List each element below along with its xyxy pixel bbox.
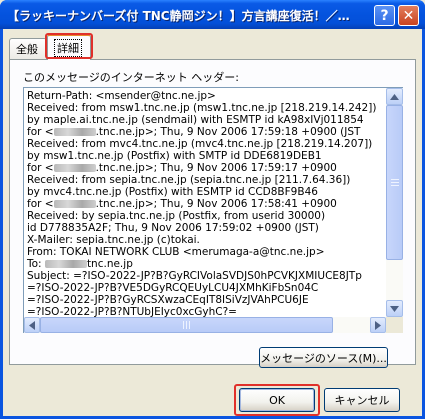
arrow-down-icon bbox=[390, 305, 399, 312]
scroll-down-button[interactable] bbox=[386, 300, 403, 317]
header-line: =?ISO-2022-JP?B?GyRCSXwzaCEqIT8ISiVzJVAh… bbox=[27, 294, 383, 306]
header-line-text: for < bbox=[27, 162, 54, 174]
headers-label: このメッセージのインターネット ヘッダー: bbox=[23, 71, 239, 84]
scroll-up-button[interactable] bbox=[386, 88, 403, 105]
header-line: From: TOKAI NETWORK CLUB <merumaga-a@tnc… bbox=[27, 246, 383, 258]
arrow-up-icon bbox=[390, 93, 399, 100]
tab-details[interactable]: 詳細 bbox=[47, 34, 91, 60]
ok-button[interactable]: OK bbox=[239, 388, 315, 412]
window-title: 【ラッキーナンバーズ付 TNC静岡ジン！】方言講座復活！／… bbox=[7, 9, 350, 23]
header-line: for < .tnc.ne.jp>; Thu, 9 Nov 2006 17:59:… bbox=[27, 126, 383, 138]
header-line-text: .tnc.ne.jp>; Thu, 9 Nov 2006 17:58:41 +0… bbox=[95, 198, 337, 210]
message-properties-window: 【ラッキーナンバーズ付 TNC静岡ジン！】方言講座復活！／… ? ✕ 全般 詳細… bbox=[0, 0, 425, 419]
redacted-email bbox=[53, 128, 96, 136]
header-line: by msw1.tnc.ne.jp (Postfix) with SMTP id… bbox=[27, 150, 383, 162]
tab-details-label: 詳細 bbox=[54, 39, 82, 57]
scroll-right-button[interactable] bbox=[370, 317, 386, 333]
header-line-text: .tnc.ne.jp>; Thu, 9 Nov 2006 17:59:17 +0… bbox=[95, 162, 337, 174]
header-line: =?ISO-2022-JP?B?VE5DGyRCQEUyLCU4JXMhKiFb… bbox=[27, 282, 383, 294]
arrow-right-icon bbox=[375, 320, 381, 330]
header-line-text: =?ISO-2022-JP?B?NTUbJEIyc0xcGyhC?= bbox=[27, 306, 237, 317]
header-line-text: id D778835A2F; Thu, 9 Nov 2006 17:59:02 … bbox=[27, 222, 319, 234]
grip-icon bbox=[182, 321, 190, 329]
header-line: X-Mailer: sepia.tnc.ne.jp (c)tokai. bbox=[27, 234, 383, 246]
message-source-button[interactable]: メッセージのソース(M)... bbox=[259, 347, 388, 368]
header-line-text: =?ISO-2022-JP?B?GyRCSXwzaCEqIT8ISiVzJVAh… bbox=[27, 294, 309, 306]
close-button[interactable]: ✕ bbox=[398, 5, 419, 26]
header-line-text: by maple.ai.tnc.ne.jp (sendmail) with ES… bbox=[27, 114, 364, 126]
headers-textbox[interactable]: Return-Path: <msender@tnc.ne.jp> Received… bbox=[23, 87, 403, 333]
header-line: Subject: =?ISO-2022-JP?B?GyRCIVolaSVDJS0… bbox=[27, 270, 383, 282]
scroll-left-button[interactable] bbox=[24, 317, 40, 333]
redacted-email bbox=[53, 200, 96, 208]
scrollbar-corner bbox=[386, 317, 403, 333]
redacted-email bbox=[44, 260, 87, 268]
grip-icon bbox=[390, 178, 399, 186]
help-button[interactable]: ? bbox=[374, 5, 395, 26]
header-line-text: From: TOKAI NETWORK CLUB <merumaga-a@tnc… bbox=[27, 246, 325, 258]
header-line: by maple.ai.tnc.ne.jp (sendmail) with ES… bbox=[27, 114, 383, 126]
header-line-text: for < bbox=[27, 126, 54, 138]
header-line-text: Received: from mvc4.tnc.ne.jp (mvc4.tnc.… bbox=[27, 138, 373, 150]
tab-general[interactable]: 全般 bbox=[9, 38, 47, 59]
header-line-text: .tnc.ne.jp>; Thu, 9 Nov 2006 17:59:18 +0… bbox=[95, 126, 361, 138]
vertical-scroll-thumb[interactable] bbox=[386, 105, 403, 260]
header-line-text: =?ISO-2022-JP?B?VE5DGyRCQEUyLCU4JXMhKiFb… bbox=[27, 282, 319, 294]
header-line-text: by mvc4.tnc.ne.jp (Postfix) with ESMTP i… bbox=[27, 186, 318, 198]
header-line: Received: from msw1.tnc.ne.jp (msw1.tnc.… bbox=[27, 102, 383, 114]
header-line: id D778835A2F; Thu, 9 Nov 2006 17:59:02 … bbox=[27, 222, 383, 234]
title-bar[interactable]: 【ラッキーナンバーズ付 TNC静岡ジン！】方言講座復活！／… ? ✕ bbox=[0, 0, 425, 29]
header-line: Received: by sepia.tnc.ne.jp (Postfix, f… bbox=[27, 210, 383, 222]
header-line-text: To: bbox=[27, 258, 45, 270]
header-line-text: by msw1.tnc.ne.jp (Postfix) with SMTP id… bbox=[27, 150, 322, 162]
cancel-button[interactable]: キャンセル bbox=[324, 388, 400, 412]
headers-text-area[interactable]: Return-Path: <msender@tnc.ne.jp> Received… bbox=[24, 88, 386, 317]
header-line-text: tnc.ne.jp bbox=[86, 258, 133, 270]
header-line-text: Received: from msw1.tnc.ne.jp (msw1.tnc.… bbox=[27, 102, 377, 114]
header-line: Return-Path: <msender@tnc.ne.jp> bbox=[27, 90, 383, 102]
vertical-scrollbar[interactable] bbox=[386, 88, 403, 317]
header-line-text: Subject: =?ISO-2022-JP?B?GyRCIVolaSVDJS0… bbox=[27, 270, 362, 282]
header-line: To: tnc.ne.jp bbox=[27, 258, 383, 270]
header-line: for < .tnc.ne.jp>; Thu, 9 Nov 2006 17:59:… bbox=[27, 162, 383, 174]
header-line-text: Received: by sepia.tnc.ne.jp (Postfix, f… bbox=[27, 210, 326, 222]
horizontal-scrollbar[interactable] bbox=[24, 317, 386, 333]
arrow-left-icon bbox=[29, 320, 35, 330]
header-line-text: Received: from sepia.tnc.ne.jp (sepia.tn… bbox=[27, 174, 351, 186]
header-line: for < .tnc.ne.jp>; Thu, 9 Nov 2006 17:58:… bbox=[27, 198, 383, 210]
redacted-email bbox=[53, 164, 96, 172]
dialog-client: 全般 詳細 このメッセージのインターネット ヘッダー: Return-Path:… bbox=[3, 29, 422, 416]
horizontal-scroll-thumb[interactable] bbox=[40, 317, 333, 333]
header-line: =?ISO-2022-JP?B?NTUbJEIyc0xcGyhC?= bbox=[27, 306, 383, 317]
header-line: Received: from sepia.tnc.ne.jp (sepia.tn… bbox=[27, 174, 383, 186]
details-panel: このメッセージのインターネット ヘッダー: Return-Path: <msen… bbox=[9, 59, 416, 365]
header-line-text: for < bbox=[27, 198, 54, 210]
header-line: Received: from mvc4.tnc.ne.jp (mvc4.tnc.… bbox=[27, 138, 383, 150]
header-line-text: X-Mailer: sepia.tnc.ne.jp (c)tokai. bbox=[27, 234, 200, 246]
header-line: by mvc4.tnc.ne.jp (Postfix) with ESMTP i… bbox=[27, 186, 383, 198]
header-line-text: Return-Path: <msender@tnc.ne.jp> bbox=[27, 90, 216, 102]
